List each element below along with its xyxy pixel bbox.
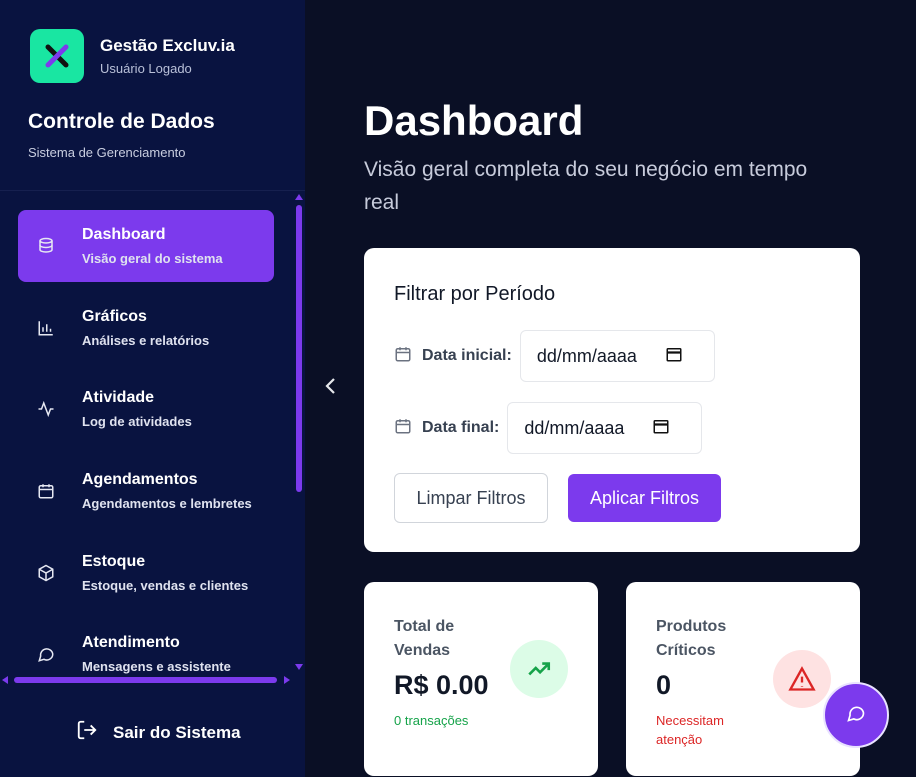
- apply-filters-button[interactable]: Aplicar Filtros: [568, 474, 721, 522]
- bar-chart-icon: [36, 318, 56, 338]
- sidebar-item-label: Agendamentos: [82, 471, 198, 488]
- sidebar-subtitle: Sistema de Gerenciamento: [28, 145, 186, 160]
- brand: Gestão Excluv.ia Usuário Logado: [30, 29, 235, 83]
- calendar-icon: [394, 417, 412, 440]
- message-icon: [36, 644, 56, 664]
- sidebar-item-desc: Log de atividades: [82, 414, 192, 429]
- sidebar-item-graficos[interactable]: Gráficos Análises e relatórios: [18, 292, 274, 364]
- x-logo-icon: [30, 29, 84, 83]
- sidebar: Gestão Excluv.ia Usuário Logado Controle…: [0, 0, 305, 777]
- sidebar-item-label: Dashboard: [82, 226, 166, 243]
- start-date-row: Data inicial: dd/mm/aaaa: [394, 330, 715, 382]
- end-date-placeholder: dd/mm/aaaa: [524, 417, 625, 438]
- stat-card-sales: Total de Vendas R$ 0.00 0 transações: [364, 582, 598, 776]
- clear-filters-button[interactable]: Limpar Filtros: [394, 473, 548, 523]
- stat-value: R$ 0.00: [394, 670, 489, 700]
- filter-card: Filtrar por Período Data inicial: dd/mm/…: [364, 248, 860, 552]
- sidebar-item-atividade[interactable]: Atividade Log de atividades: [18, 373, 274, 445]
- scroll-left-arrow[interactable]: [2, 676, 8, 684]
- stat-note: Necessitam atenção: [656, 713, 724, 747]
- scroll-down-arrow[interactable]: [295, 664, 303, 670]
- stat-label: Produtos Críticos: [656, 618, 727, 659]
- calendar-icon: [36, 481, 56, 501]
- sidebar-item-estoque[interactable]: Estoque Estoque, vendas e clientes: [18, 537, 274, 609]
- logout-button[interactable]: Sair do Sistema: [76, 719, 241, 746]
- trending-up-icon: [510, 640, 568, 698]
- calendar-picker-icon[interactable]: [665, 345, 683, 368]
- chat-icon: [846, 703, 866, 728]
- alert-triangle-icon: [773, 650, 831, 708]
- page-subtitle: Visão geral completa do seu negócio em t…: [364, 158, 808, 214]
- vertical-scrollbar[interactable]: [296, 205, 302, 492]
- sidebar-item-label: Atividade: [82, 389, 155, 406]
- stat-note: 0 transações: [394, 713, 469, 728]
- sidebar-item-desc: Mensagens e assistente: [82, 659, 231, 674]
- stat-value: 0: [656, 670, 672, 700]
- sidebar-item-desc: Estoque, vendas e clientes: [82, 578, 249, 593]
- filter-title: Filtrar por Período: [394, 283, 556, 305]
- end-date-label: Data final:: [422, 419, 500, 436]
- scroll-right-arrow[interactable]: [284, 676, 290, 684]
- chevron-left-icon: [324, 376, 338, 401]
- sidebar-item-label: Gráficos: [82, 308, 147, 325]
- sidebar-item-atendimento[interactable]: Atendimento Mensagens e assistente: [18, 618, 274, 675]
- end-date-input[interactable]: dd/mm/aaaa: [507, 402, 703, 454]
- start-date-placeholder: dd/mm/aaaa: [536, 345, 637, 366]
- sidebar-item-desc: Agendamentos e lembretes: [82, 496, 252, 511]
- sidebar-item-desc: Análises e relatórios: [82, 333, 210, 348]
- sidebar-item-desc: Visão geral do sistema: [82, 251, 223, 266]
- logout-icon: [76, 719, 98, 746]
- sidebar-nav: Dashboard Visão geral do sistema Gráfico…: [0, 195, 290, 675]
- sidebar-item-label: Atendimento: [82, 634, 180, 651]
- scroll-up-arrow[interactable]: [295, 194, 303, 200]
- sidebar-divider: [0, 190, 305, 191]
- calendar-icon: [394, 345, 412, 368]
- stat-card-critical-products: Produtos Críticos 0 Necessitam atenção: [626, 582, 860, 776]
- sidebar-item-agendamentos[interactable]: Agendamentos Agendamentos e lembretes: [18, 455, 274, 527]
- chat-button[interactable]: [823, 682, 889, 748]
- calendar-picker-icon[interactable]: [652, 417, 670, 440]
- sidebar-item-dashboard[interactable]: Dashboard Visão geral do sistema: [18, 210, 274, 282]
- activity-icon: [36, 399, 56, 419]
- collapse-sidebar-button[interactable]: [320, 375, 342, 401]
- stat-label: Total de Vendas: [394, 618, 455, 659]
- end-date-row: Data final: dd/mm/aaaa: [394, 402, 703, 454]
- start-date-label: Data inicial:: [422, 347, 512, 364]
- page-title: Dashboard: [364, 97, 584, 144]
- sidebar-item-label: Estoque: [82, 553, 146, 570]
- package-icon: [36, 563, 56, 583]
- sidebar-title: Controle de Dados: [28, 110, 215, 133]
- logged-user: Usuário Logado: [100, 61, 192, 76]
- logout-label: Sair do Sistema: [113, 722, 241, 742]
- brand-name: Gestão Excluv.ia: [100, 36, 235, 55]
- start-date-input[interactable]: dd/mm/aaaa: [519, 330, 715, 382]
- horizontal-scrollbar[interactable]: [14, 677, 277, 683]
- database-icon: [36, 236, 56, 256]
